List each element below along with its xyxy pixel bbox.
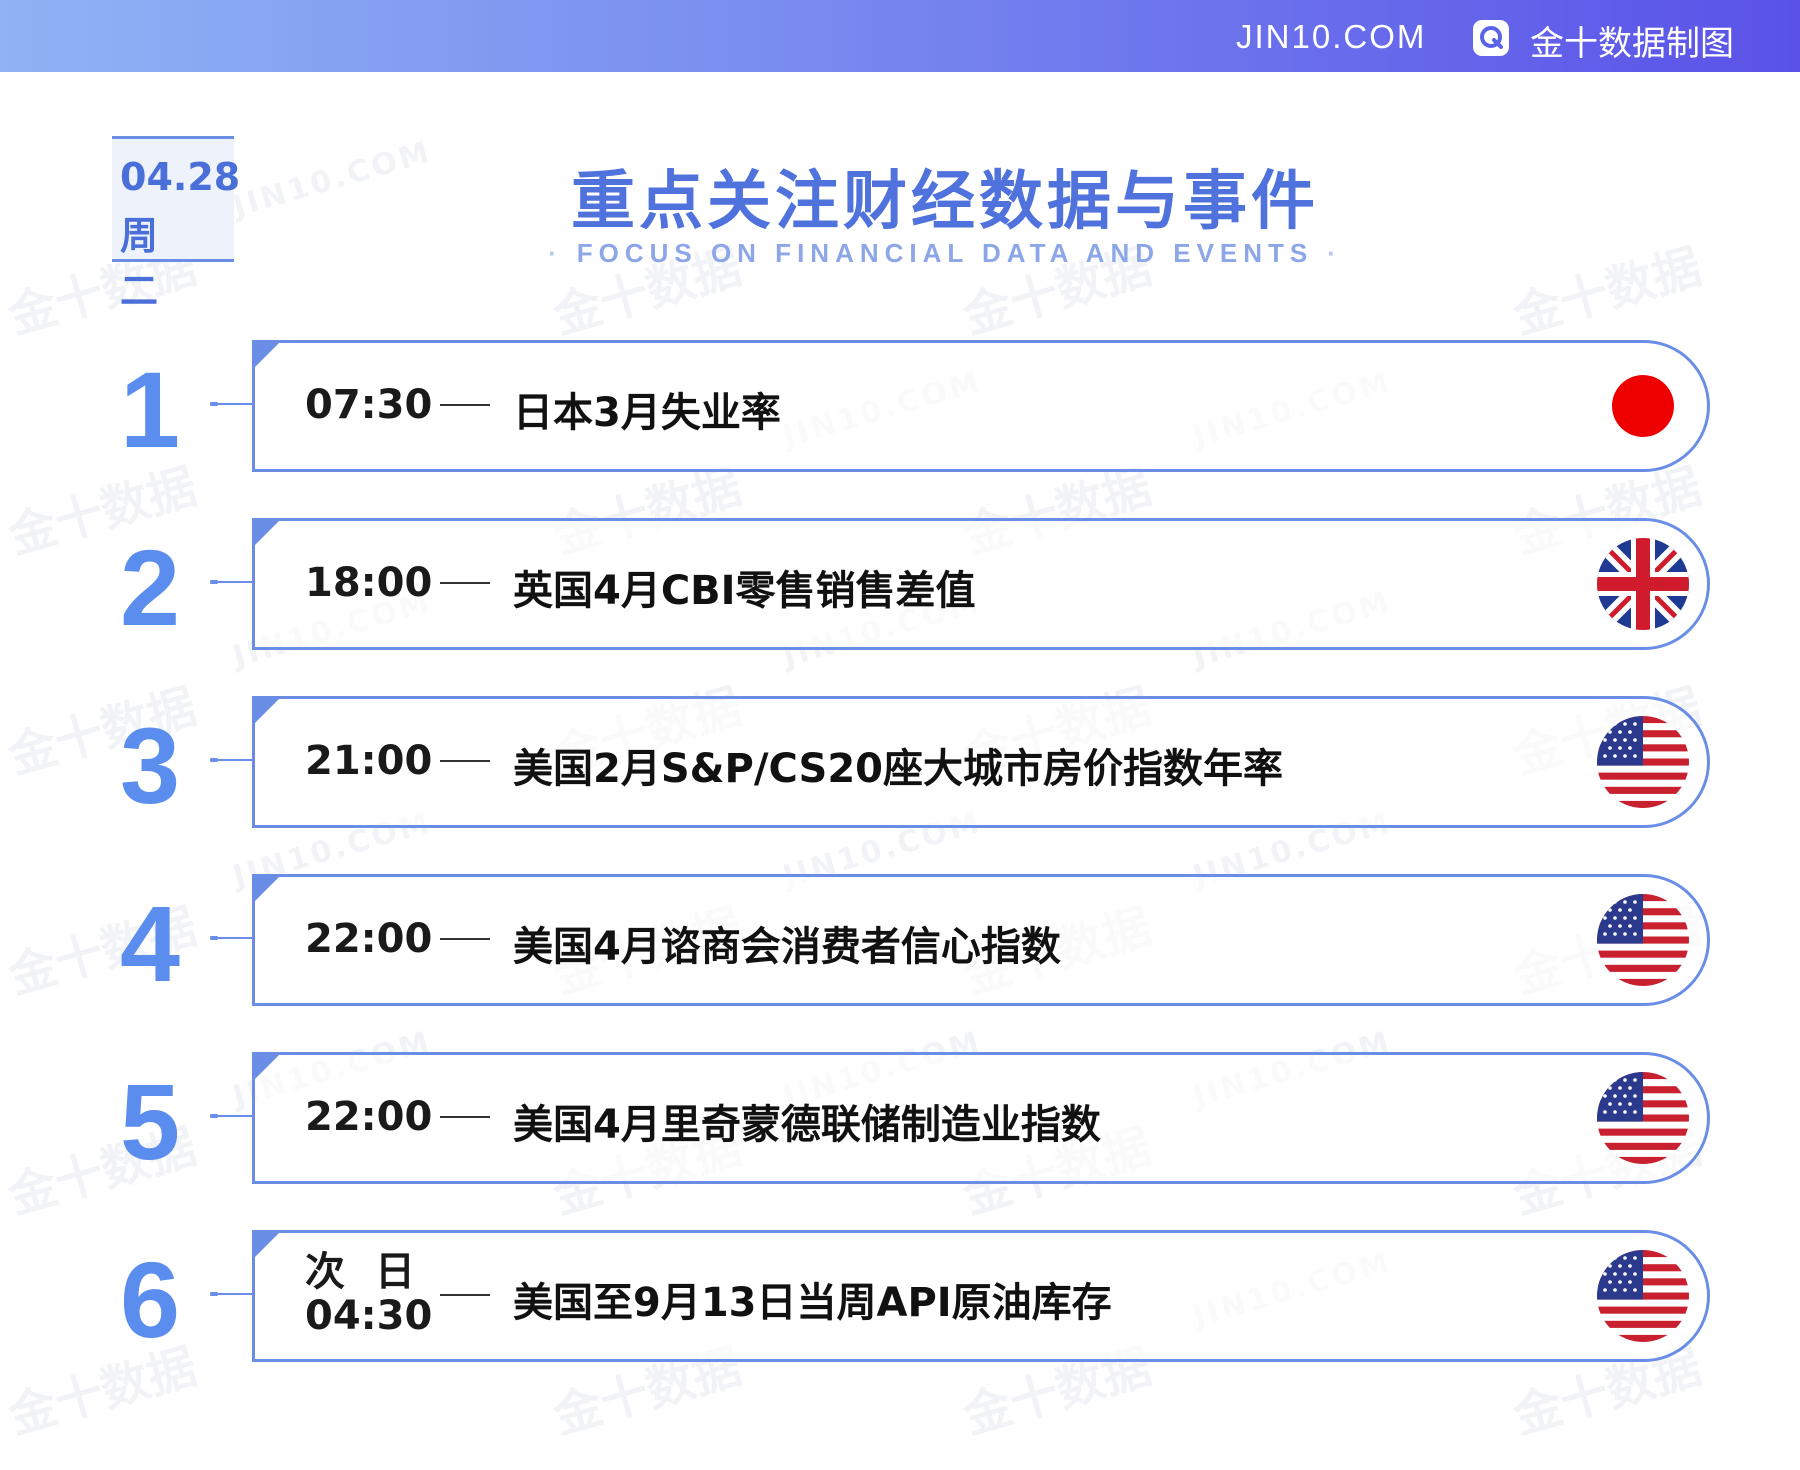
- event-title: 英国4月CBI零售销售差值: [513, 568, 976, 614]
- dash-divider: [440, 760, 490, 762]
- connector-dot-icon: [210, 1292, 254, 1296]
- event-title: 美国4月里奇蒙德联储制造业指数: [513, 1102, 1101, 1148]
- event-row: 3 21:00 美国2月S&P/CS20座大城市房价指数年率: [0, 696, 1800, 832]
- event-number: 6: [119, 1239, 181, 1360]
- dash-divider: [440, 582, 490, 584]
- event-number: 4: [119, 883, 181, 1004]
- event-title: 美国4月谘商会消费者信心指数: [513, 924, 1061, 970]
- top-banner: JIN10.COM 金十数据制图: [0, 0, 1800, 72]
- event-card: [252, 518, 1710, 650]
- site-domain: JIN10.COM: [1236, 18, 1427, 55]
- event-card: [252, 340, 1710, 472]
- connector-dot-icon: [210, 758, 254, 762]
- event-time-day: 次日: [305, 1249, 445, 1295]
- brand-name: 金十数据制图: [1530, 24, 1734, 64]
- event-time: 22:00: [305, 916, 433, 962]
- event-time: 18:00: [305, 560, 433, 606]
- event-row: 6 次日 04:30 美国至9月13日当周API原油库存: [0, 1230, 1800, 1366]
- dash-divider: [440, 1116, 490, 1118]
- us-flag-icon: [1597, 894, 1689, 986]
- connector-dot-icon: [210, 580, 254, 584]
- event-number: 1: [119, 349, 181, 470]
- event-number: 5: [119, 1061, 181, 1182]
- uk-flag-icon: [1597, 538, 1689, 630]
- event-row: 5 22:00 美国4月里奇蒙德联储制造业指数: [0, 1052, 1800, 1188]
- event-row: 4 22:00 美国4月谘商会消费者信心指数: [0, 874, 1800, 1010]
- connector-dot-icon: [210, 402, 254, 406]
- us-flag-icon: [1597, 716, 1689, 808]
- event-title: 日本3月失业率: [513, 390, 781, 436]
- connector-dot-icon: [210, 1114, 254, 1118]
- event-title: 美国2月S&P/CS20座大城市房价指数年率: [513, 746, 1284, 792]
- us-flag-icon: [1597, 1250, 1689, 1342]
- subtitle-dot-icon: ·: [548, 238, 563, 268]
- japan-flag-icon: [1612, 375, 1674, 437]
- connector-dot-icon: [210, 936, 254, 940]
- event-title: 美国至9月13日当周API原油库存: [513, 1280, 1112, 1326]
- q-logo-icon: [1473, 20, 1509, 56]
- event-time: 04:30: [305, 1293, 433, 1339]
- event-number: 3: [119, 705, 181, 826]
- dash-divider: [440, 404, 490, 406]
- subtitle-text: FOCUS ON FINANCIAL DATA AND EVENTS: [576, 238, 1314, 268]
- dash-divider: [440, 1294, 490, 1296]
- event-time: 22:00: [305, 1094, 433, 1140]
- event-time: 07:30: [305, 382, 433, 428]
- event-row: 2 18:00 英国4月CBI零售销售差值: [0, 518, 1800, 654]
- page-title: 重点关注财经数据与事件: [571, 165, 1319, 239]
- event-number: 2: [119, 527, 181, 648]
- dash-divider: [440, 938, 490, 940]
- page-subtitle: · FOCUS ON FINANCIAL DATA AND EVENTS ·: [0, 238, 1800, 269]
- event-row: 1 07:30 日本3月失业率: [0, 340, 1800, 476]
- event-time: 21:00: [305, 738, 433, 784]
- us-flag-icon: [1597, 1072, 1689, 1164]
- subtitle-dot-icon: ·: [1327, 238, 1342, 268]
